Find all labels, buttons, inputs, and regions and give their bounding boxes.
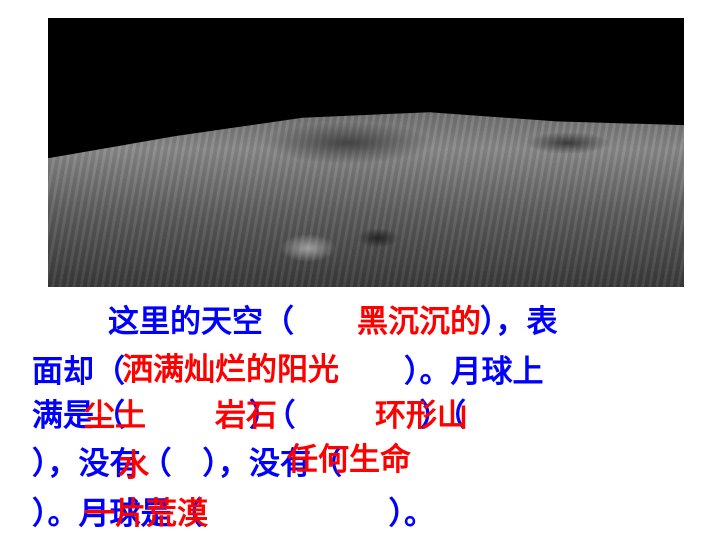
moon-surface-photo xyxy=(48,18,684,287)
answer-desert: 一片荒漠 xyxy=(84,496,208,532)
answer-water: 水 xyxy=(118,448,149,484)
answer-mountain: 环形山 xyxy=(375,398,468,434)
answer-surface: 洒满灿烂的阳光 xyxy=(122,352,339,388)
question-line-1: 这里的天空（ ），表 xyxy=(108,304,558,340)
answer-sky: 黑沉沉的 xyxy=(357,304,481,340)
answer-rock: 岩石 xyxy=(215,398,277,434)
answer-dust: 尘土 xyxy=(84,398,146,434)
answer-life: 任何生命 xyxy=(287,442,411,478)
lunar-terrain xyxy=(48,112,684,287)
